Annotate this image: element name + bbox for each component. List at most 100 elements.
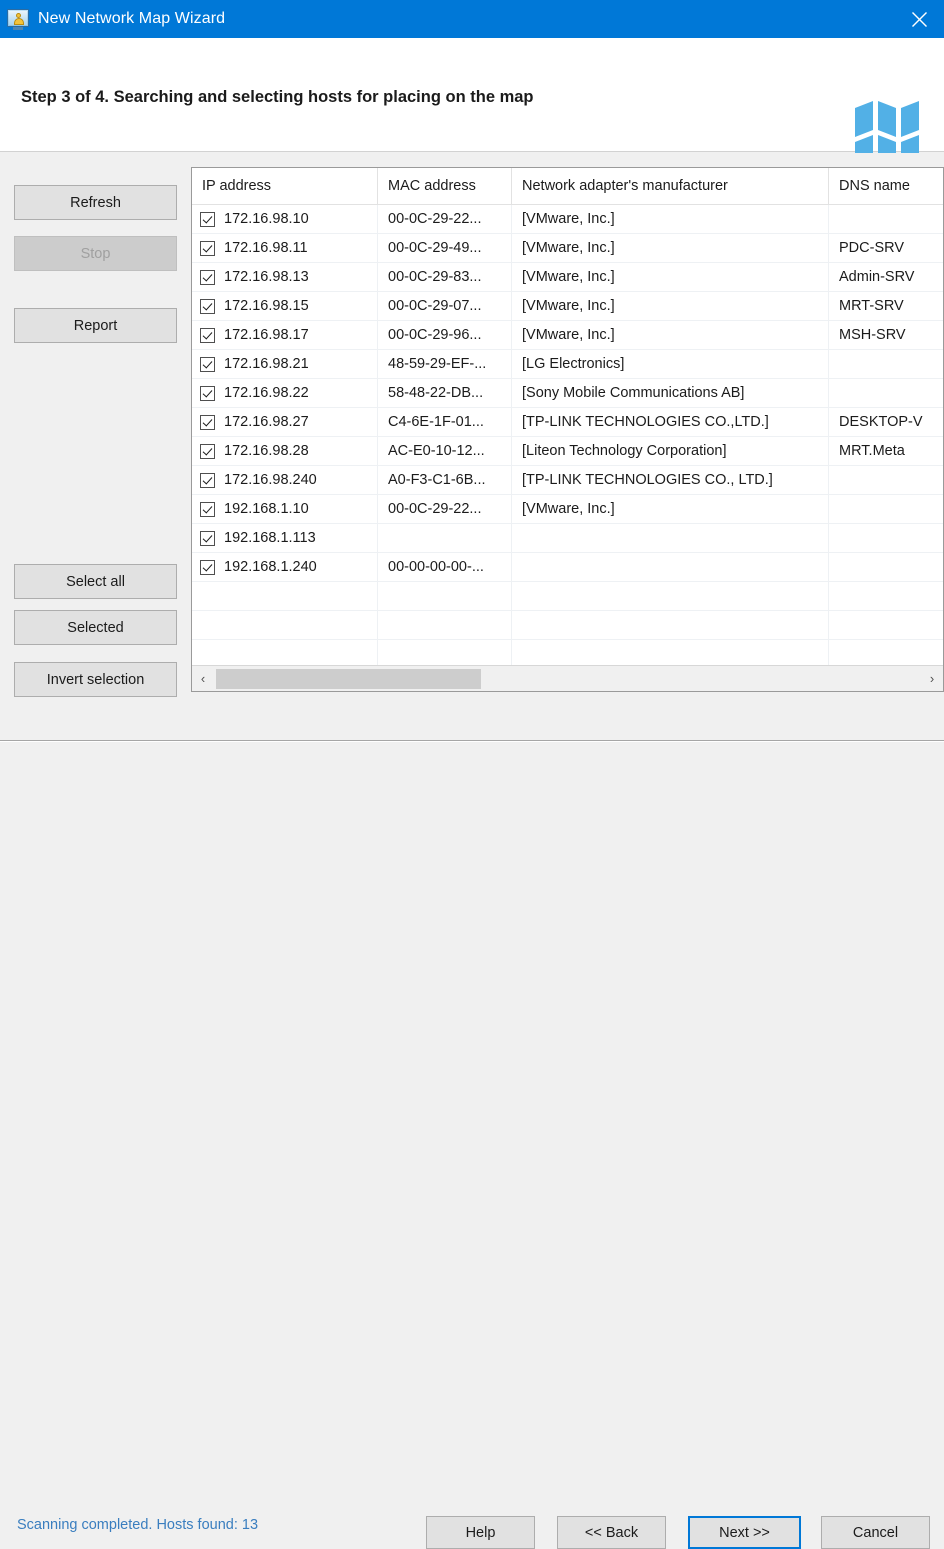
next-button[interactable]: Next >> (688, 1516, 801, 1549)
cell-dns-name (829, 611, 943, 639)
ip-address-text: 172.16.98.240 (224, 472, 317, 488)
column-header-ip-address[interactable]: IP address (192, 168, 378, 204)
row-checkbox[interactable] (200, 298, 215, 314)
help-button[interactable]: Help (426, 1516, 535, 1549)
network-map-wizard-icon (7, 8, 29, 30)
ip-address-text: 172.16.98.11 (224, 240, 308, 256)
table-row[interactable] (192, 611, 943, 640)
ip-address-text: 172.16.98.27 (224, 414, 309, 430)
row-checkbox[interactable] (200, 240, 215, 256)
table-row[interactable] (192, 582, 943, 611)
scroll-right-icon[interactable]: › (921, 666, 943, 692)
cell-ip-address: 172.16.98.15 (192, 292, 378, 320)
cell-dns-name (829, 466, 943, 494)
cell-mac-address: 00-00-00-00-... (378, 553, 512, 581)
table-row[interactable]: 192.168.1.240 00-00-00-00-... (192, 553, 943, 582)
cell-ip-address (192, 640, 378, 668)
cell-mac-address: C4-6E-1F-01... (378, 408, 512, 436)
invert-selection-button[interactable]: Invert selection (14, 662, 177, 697)
table-row[interactable]: 172.16.98.11 00-0C-29-49... [VMware, Inc.]… (192, 234, 943, 263)
table-row[interactable]: 172.16.98.13 00-0C-29-83... [VMware, Inc.]… (192, 263, 943, 292)
column-header-manufacturer[interactable]: Network adapter's manufacturer (512, 168, 829, 204)
selected-button-label: Selected (67, 619, 124, 636)
host-list[interactable]: IP address MAC address Network adapter's… (191, 167, 944, 692)
cell-mac-address: 00-0C-29-96... (378, 321, 512, 349)
cell-mac-address (378, 611, 512, 639)
stop-button[interactable]: Stop (14, 236, 177, 271)
cancel-button-label: Cancel (852, 1524, 899, 1541)
cell-manufacturer: [TP-LINK TECHNOLOGIES CO.,LTD.] (512, 408, 829, 436)
footer-bar: Scanning completed. Hosts found: 13 Help… (0, 742, 944, 1549)
scrollbar-track[interactable] (214, 665, 921, 691)
cell-manufacturer: [VMware, Inc.] (512, 205, 829, 233)
ip-address-text: 172.16.98.22 (224, 385, 309, 401)
table-row[interactable]: 172.16.98.17 00-0C-29-96... [VMware, Inc.]… (192, 321, 943, 350)
cell-mac-address: 00-0C-29-49... (378, 234, 512, 262)
cancel-button[interactable]: Cancel (821, 1516, 930, 1549)
report-button[interactable]: Report (14, 308, 177, 343)
row-checkbox[interactable] (200, 472, 215, 488)
cell-dns-name: PDC-SRV (839, 240, 904, 256)
cell-manufacturer (512, 524, 829, 552)
cell-ip-address (192, 611, 378, 639)
ip-address-text: 172.16.98.17 (224, 327, 309, 343)
cell-mac-address: AC-E0-10-12... (378, 437, 512, 465)
cell-manufacturer: [LG Electronics] (512, 350, 829, 378)
row-checkbox[interactable] (200, 269, 215, 285)
cell-dns-name (829, 553, 943, 581)
column-header-dns-name[interactable]: DNS name (829, 168, 943, 204)
row-checkbox[interactable] (200, 327, 215, 343)
row-checkbox[interactable] (200, 559, 215, 575)
table-row[interactable]: 172.16.98.240 A0-F3-C1-6B... [TP-LINK TECH… (192, 466, 943, 495)
cell-dns-name (829, 379, 943, 407)
cell-ip-address: 172.16.98.22 (192, 379, 378, 407)
refresh-button-label: Refresh (70, 194, 121, 211)
cell-mac-address: 00-0C-29-83... (378, 263, 512, 291)
cell-manufacturer (512, 582, 829, 610)
row-checkbox[interactable] (200, 443, 215, 459)
close-icon[interactable] (894, 0, 944, 38)
cell-manufacturer: [VMware, Inc.] (512, 495, 829, 523)
cell-manufacturer: [Sony Mobile Communications AB] (512, 379, 829, 407)
cell-mac-address: 00-0C-29-22... (378, 495, 512, 523)
table-row[interactable]: 192.168.1.113 (192, 524, 943, 553)
back-button[interactable]: << Back (557, 1516, 666, 1549)
status-text: Scanning completed. Hosts found: 13 (17, 1517, 259, 1533)
column-header-mac-address[interactable]: MAC address (378, 168, 512, 204)
cell-mac-address: 48-59-29-EF-... (378, 350, 512, 378)
table-row[interactable]: 172.16.98.15 00-0C-29-07... [VMware, Inc.]… (192, 292, 943, 321)
host-list-header: IP address MAC address Network adapter's… (192, 168, 943, 205)
cell-dns-name (829, 350, 943, 378)
selected-button[interactable]: Selected (14, 610, 177, 645)
cell-ip-address: 172.16.98.11 (192, 234, 378, 262)
cell-dns-name (829, 640, 943, 668)
row-checkbox[interactable] (200, 530, 215, 546)
scrollbar-thumb[interactable] (216, 668, 481, 689)
cell-ip-address (192, 582, 378, 610)
table-row[interactable]: 192.168.1.10 00-0C-29-22... [VMware, Inc.] (192, 495, 943, 524)
row-checkbox[interactable] (200, 414, 215, 430)
cell-dns-name: MSH-SRV (839, 327, 906, 343)
table-row[interactable]: 172.16.98.28 AC-E0-10-12... [Liteon Techno… (192, 437, 943, 466)
report-button-label: Report (73, 317, 118, 334)
host-list-rows: 172.16.98.10 00-0C-29-22... [VMware, Inc.]… (192, 205, 943, 669)
row-checkbox[interactable] (200, 356, 215, 372)
row-checkbox[interactable] (200, 385, 215, 401)
cell-mac-address: 00-0C-29-07... (378, 292, 512, 320)
cell-manufacturer: [VMware, Inc.] (512, 263, 829, 291)
cell-dns-name: MRT.Meta (839, 443, 905, 459)
select-all-button[interactable]: Select all (14, 564, 177, 599)
cell-ip-address: 172.16.98.27 (192, 408, 378, 436)
table-row[interactable]: 172.16.98.21 48-59-29-EF-... [LG Electroni… (192, 350, 943, 379)
row-checkbox[interactable] (200, 211, 215, 227)
table-row[interactable]: 172.16.98.27 C4-6E-1F-01... [TP-LINK TECHN… (192, 408, 943, 437)
cell-dns-name (829, 582, 943, 610)
row-checkbox[interactable] (200, 501, 215, 517)
scroll-left-icon[interactable]: ‹ (192, 666, 214, 692)
table-row[interactable]: 172.16.98.10 00-0C-29-22... [VMware, Inc.] (192, 205, 943, 234)
horizontal-scrollbar[interactable]: ‹ › (192, 665, 943, 691)
refresh-button[interactable]: Refresh (14, 185, 177, 220)
table-row[interactable]: 172.16.98.22 58-48-22-DB... [Sony Mobile C… (192, 379, 943, 408)
cell-manufacturer: [Liteon Technology Corporation] (512, 437, 829, 465)
ip-address-text: 192.168.1.240 (224, 559, 317, 575)
